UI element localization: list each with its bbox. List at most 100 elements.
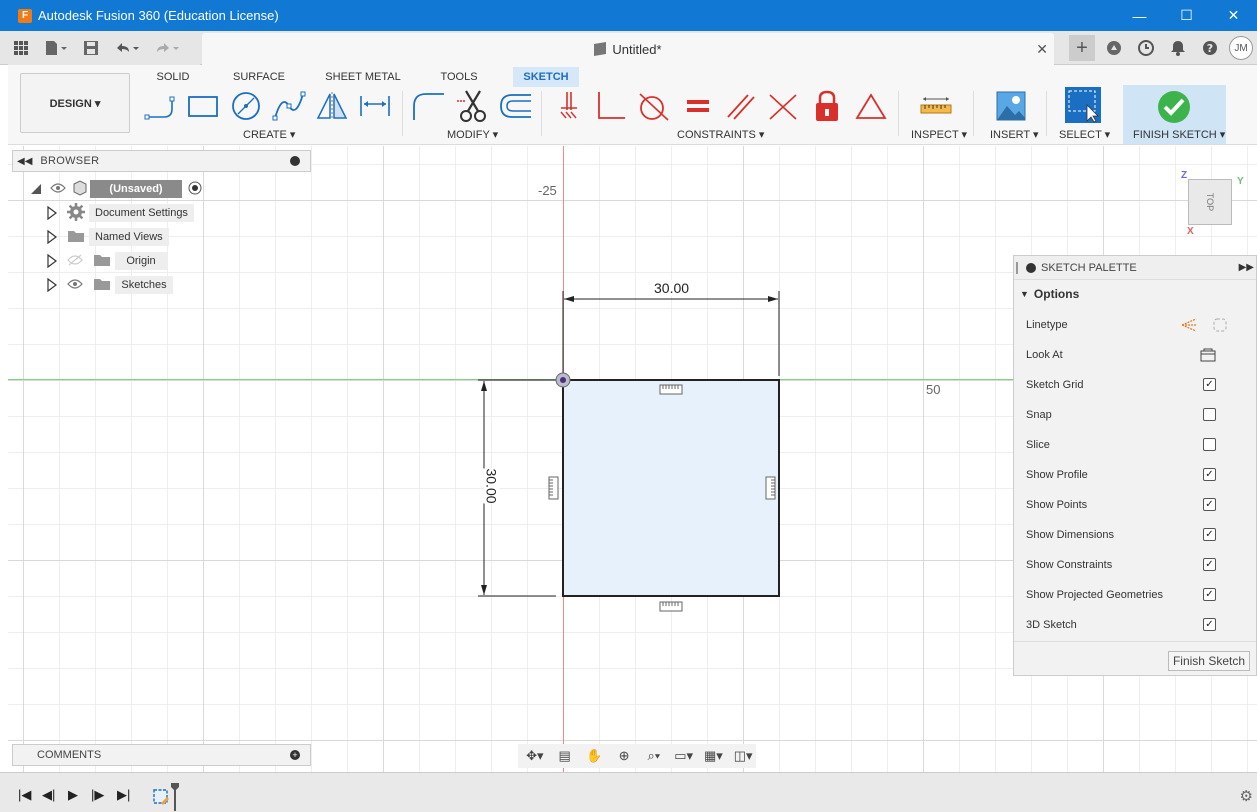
finish-sketch-area[interactable]: FINISH SKETCH ▾ (1123, 85, 1226, 144)
job-status-clock-icon[interactable] (1133, 35, 1159, 61)
show-profile-checkbox[interactable]: ✓ (1203, 468, 1216, 481)
measure-ruler-icon[interactable] (919, 90, 953, 122)
workspace-switcher-button[interactable]: DESIGN ▾ (20, 73, 130, 133)
go-to-start-icon[interactable]: |◀ (18, 787, 31, 803)
circle-tool-icon[interactable] (229, 90, 263, 122)
browser-root-node[interactable]: (Unsaved) (30, 178, 202, 200)
close-window-button[interactable]: ✕ (1210, 0, 1257, 31)
step-forward-icon[interactable]: |▶ (91, 787, 104, 803)
finish-sketch-dropdown[interactable]: FINISH SKETCH ▾ (1133, 128, 1225, 141)
tab-sketch[interactable]: SKETCH (513, 67, 579, 87)
palette-expand-icon[interactable]: ▶▶ (1239, 262, 1254, 273)
viewcube[interactable]: TOP (1188, 179, 1232, 225)
midpoint-constraint-icon[interactable] (766, 90, 800, 122)
fix-unfix-lock-icon[interactable] (810, 90, 844, 122)
insert-image-icon[interactable] (994, 90, 1028, 122)
3d-sketch-checkbox[interactable]: ✓ (1203, 618, 1216, 631)
display-settings-icon[interactable]: ▭▾ (671, 748, 697, 764)
look-at-icon[interactable] (1200, 348, 1216, 365)
tangent-constraint-icon[interactable] (636, 90, 670, 122)
drag-handle[interactable] (1016, 262, 1018, 274)
maximize-button[interactable]: ☐ (1163, 0, 1210, 31)
browser-item-sketches[interactable]: Sketches (47, 274, 173, 296)
show-projected-geometries-checkbox[interactable]: ✓ (1203, 588, 1216, 601)
orbit-icon[interactable]: ✥▾ (522, 748, 548, 764)
sketch-dimension-tool-icon[interactable] (358, 90, 392, 122)
grid-snaps-icon[interactable]: ▦▾ (701, 748, 727, 764)
finish-sketch-button[interactable]: Finish Sketch (1167, 651, 1250, 671)
redo-icon[interactable] (150, 36, 184, 60)
slice-checkbox[interactable] (1203, 438, 1216, 451)
show-dimensions-checkbox[interactable]: ✓ (1203, 528, 1216, 541)
select-group-dropdown[interactable]: SELECT ▾ (1059, 128, 1110, 141)
comments-panel-header[interactable]: COMMENTS + (12, 744, 311, 766)
construction-linetype-icon[interactable] (1180, 317, 1198, 336)
vertical-dimension-value[interactable]: 30.00 (483, 468, 500, 504)
tab-surface[interactable]: SURFACE (230, 67, 288, 87)
show-constraints-checkbox[interactable]: ✓ (1203, 558, 1216, 571)
activate-radio-icon[interactable] (188, 181, 202, 198)
timeline-settings-gear-icon[interactable]: ⚙ (1240, 787, 1253, 805)
add-comment-icon[interactable]: + (290, 750, 300, 760)
browser-item-origin[interactable]: Origin (47, 250, 167, 272)
extensions-icon[interactable] (1101, 35, 1127, 61)
equal-constraint-icon[interactable] (681, 90, 715, 122)
pan-hand-icon[interactable]: ✋ (582, 748, 608, 764)
collapse-browser-icon[interactable]: ◀◀ (17, 156, 32, 167)
show-points-checkbox[interactable]: ✓ (1203, 498, 1216, 511)
tab-tools[interactable]: TOOLS (436, 67, 482, 87)
browser-item-document-settings[interactable]: Document Settings (47, 202, 194, 224)
finish-sketch-check-icon[interactable] (1157, 90, 1191, 127)
go-to-end-icon[interactable]: ▶| (117, 787, 130, 803)
palette-minimize-icon[interactable] (1026, 262, 1036, 273)
expand-triangle-icon[interactable] (47, 230, 57, 244)
sketch-grid-checkbox[interactable]: ✓ (1203, 378, 1216, 391)
hidden-eye-icon[interactable] (67, 254, 83, 269)
fillet-tool-icon[interactable] (411, 90, 445, 122)
tab-solid[interactable]: SOLID (148, 67, 198, 87)
save-icon[interactable] (78, 36, 104, 60)
rectangle-tool-icon[interactable] (186, 90, 220, 122)
minimize-button[interactable]: — (1116, 0, 1163, 31)
help-icon[interactable]: ? (1197, 35, 1223, 61)
viewports-icon[interactable]: ◫▾ (730, 748, 756, 764)
timeline-marker[interactable] (171, 783, 179, 811)
constraints-group-dropdown[interactable]: CONSTRAINTS ▾ (677, 128, 764, 141)
browser-item-named-views[interactable]: Named Views (47, 226, 169, 248)
undo-icon[interactable] (110, 36, 144, 60)
select-window-icon[interactable] (1065, 87, 1101, 123)
spline-tool-icon[interactable] (272, 90, 306, 122)
fit-zoom-window-icon[interactable]: ⌕▾ (641, 748, 667, 764)
horizontal-dimension-value[interactable]: 30.00 (653, 280, 691, 296)
modify-group-dropdown[interactable]: MODIFY ▾ (447, 128, 498, 141)
create-group-dropdown[interactable]: CREATE ▾ (243, 128, 295, 141)
user-avatar[interactable]: JM (1229, 36, 1253, 60)
browser-minimize-icon[interactable] (290, 156, 300, 166)
trim-scissors-icon[interactable] (456, 90, 490, 122)
triangle-constraint-icon[interactable] (854, 90, 888, 122)
line-tool-icon[interactable] (144, 90, 178, 122)
sketch-palette-header[interactable]: SKETCH PALETTE ▶▶ (1014, 256, 1256, 280)
tab-sheet-metal[interactable]: SHEET METAL (324, 67, 402, 87)
file-menu-icon[interactable] (40, 36, 72, 60)
snap-checkbox[interactable] (1203, 408, 1216, 421)
mirror-tool-icon[interactable] (315, 90, 349, 122)
coincident-constraint-icon[interactable] (552, 90, 586, 122)
data-panel-grid-icon[interactable] (8, 36, 34, 60)
parallel-constraint-icon[interactable] (724, 90, 758, 122)
new-tab-plus-icon[interactable]: + (1069, 35, 1095, 61)
visibility-eye-icon[interactable] (50, 182, 66, 197)
collapse-options-icon[interactable]: ▼ (1020, 289, 1029, 299)
document-tab[interactable]: Untitled* ✕ (202, 33, 1054, 65)
expand-triangle-icon[interactable] (47, 278, 57, 292)
zoom-icon[interactable]: ⊕ (611, 748, 637, 764)
visibility-eye-icon[interactable] (67, 278, 83, 293)
step-back-icon[interactable]: ◀| (42, 787, 55, 803)
browser-panel-header[interactable]: ◀◀ BROWSER (12, 150, 311, 172)
centerline-linetype-icon[interactable] (1212, 317, 1228, 336)
expand-triangle-icon[interactable] (30, 183, 42, 195)
options-section-header[interactable]: ▼ Options (1014, 280, 1256, 308)
inspect-group-dropdown[interactable]: INSPECT ▾ (911, 128, 967, 141)
timeline-sketch-feature-icon[interactable] (152, 788, 170, 809)
expand-triangle-icon[interactable] (47, 254, 57, 268)
